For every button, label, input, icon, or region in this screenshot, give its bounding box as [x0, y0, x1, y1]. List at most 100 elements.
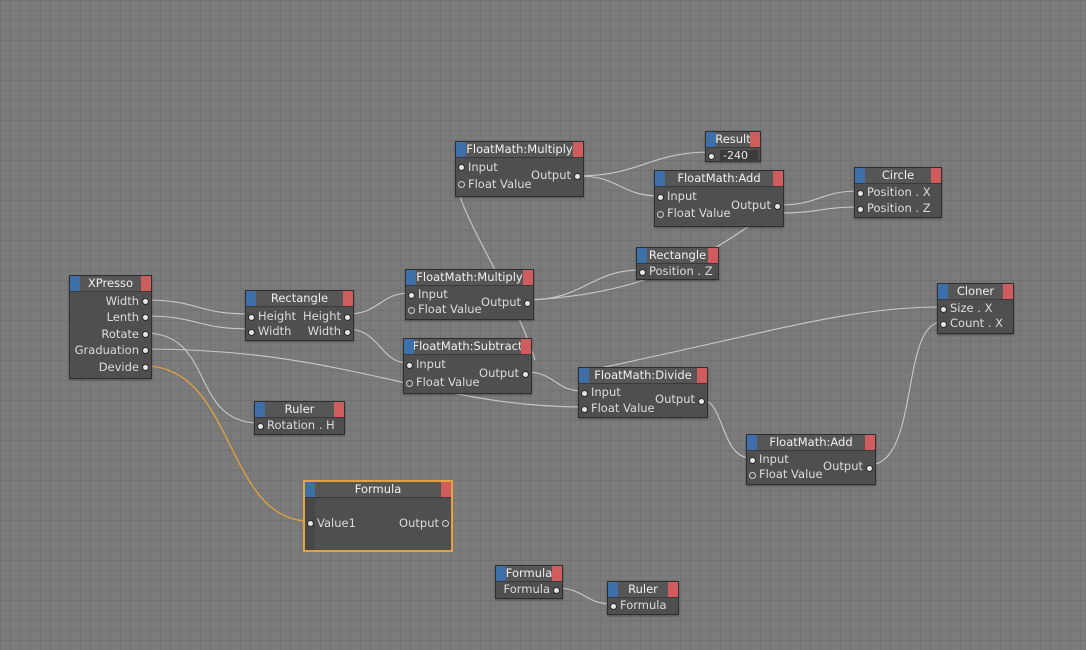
input-port-value1[interactable] — [307, 520, 314, 527]
node-header[interactable]: Rectangle — [637, 248, 718, 264]
node-header[interactable]: Circle — [855, 168, 941, 184]
port-label-position-x: Position . X — [867, 185, 931, 199]
formula-node[interactable]: Formula Value1 Output — [304, 481, 452, 551]
node-header[interactable]: Result — [706, 132, 760, 148]
wire-fm-add1-to-circle-z — [777, 206, 860, 214]
output-port-output[interactable] — [698, 398, 705, 405]
formula-node[interactable]: Formula Formula — [495, 565, 563, 599]
output-port-lenth[interactable] — [142, 314, 149, 321]
output-port-formula[interactable] — [553, 587, 560, 594]
result-value: -240 — [720, 150, 758, 162]
xpresso-node[interactable]: XPresso Width Lenth Rotate Graduation De… — [69, 275, 152, 379]
circle-node[interactable]: Circle Position . X Position . Z — [854, 167, 942, 218]
node-header[interactable]: Formula — [496, 566, 562, 582]
node-header[interactable]: Cloner — [938, 284, 1013, 300]
input-port-count-x[interactable] — [940, 321, 947, 328]
port-label-output: Output — [731, 198, 771, 212]
input-port-float-value[interactable] — [406, 380, 413, 387]
node-title: XPresso — [87, 276, 134, 290]
output-port-width[interactable] — [344, 329, 351, 336]
input-port-input[interactable] — [749, 457, 756, 464]
output-port-rotate[interactable] — [142, 331, 149, 338]
port-label-height-out: Height — [302, 309, 341, 323]
floatmath-add-node[interactable]: FloatMath:Add Input Output Float Value — [654, 170, 784, 227]
wire-xpresso-lenth-to-rect1-width — [144, 315, 251, 330]
input-port-float-value[interactable] — [749, 472, 756, 479]
ruler-node[interactable]: Ruler Rotation . H — [254, 401, 345, 435]
input-port-float-value[interactable] — [657, 211, 664, 218]
port-label-width-out: Width — [307, 324, 341, 338]
node-header[interactable]: FloatMath:Multiply — [406, 270, 533, 286]
node-header[interactable]: FloatMath:Add — [655, 171, 783, 187]
output-port-width[interactable] — [142, 298, 149, 305]
input-port-rotation-h[interactable] — [257, 423, 264, 430]
input-port-float-value[interactable] — [408, 307, 415, 314]
output-port-graduation[interactable] — [142, 347, 149, 354]
output-port-output[interactable] — [574, 173, 581, 180]
input-port-float-value[interactable] — [458, 181, 465, 188]
port-label-input: Input — [468, 160, 498, 174]
port-label-float-value: Float Value — [759, 467, 823, 481]
connection-wires — [144, 151, 943, 605]
node-header[interactable]: FloatMath:Divide — [579, 368, 707, 384]
node-title: Cloner — [956, 284, 995, 298]
node-header[interactable]: Ruler — [255, 402, 344, 418]
node-header[interactable]: FloatMath:Multiply — [456, 142, 583, 158]
output-port-output[interactable] — [524, 300, 531, 307]
port-label-width-in: Width — [258, 324, 292, 338]
node-header[interactable]: Formula — [305, 482, 451, 498]
input-port-position-x[interactable] — [857, 190, 864, 197]
port-label-output: Output — [399, 516, 439, 530]
input-port-position-z[interactable] — [639, 269, 646, 276]
output-port-height[interactable] — [344, 314, 351, 321]
port-label-rotate: Rotate — [101, 327, 139, 341]
floatmath-multiply-node[interactable]: FloatMath:Multiply Input Output Float Va… — [405, 269, 534, 320]
input-port-position-z[interactable] — [857, 206, 864, 213]
port-label-float-value: Float Value — [667, 206, 731, 220]
port-label-width: Width — [105, 294, 139, 308]
floatmath-multiply-node[interactable]: FloatMath:Multiply Input Output Float Va… — [455, 141, 584, 197]
node-header[interactable]: FloatMath:Subtract — [404, 339, 531, 355]
node-header[interactable]: XPresso — [70, 276, 151, 292]
node-title: FloatMath:Add — [769, 435, 853, 449]
wire-rect1-width-to-fm-sub — [346, 328, 409, 364]
output-port-devide[interactable] — [142, 364, 149, 371]
port-label-input: Input — [667, 189, 697, 203]
port-label-float-value: Float Value — [418, 302, 482, 316]
input-port-width[interactable] — [248, 329, 255, 336]
input-port-size-x[interactable] — [940, 306, 947, 313]
input-port-float-value[interactable] — [581, 406, 588, 413]
input-port-formula[interactable] — [610, 603, 617, 610]
node-title: FloatMath:Multiply — [466, 142, 573, 156]
port-label-input: Input — [759, 452, 789, 466]
result-node[interactable]: Result -240 — [705, 131, 761, 162]
input-port-input[interactable] — [406, 362, 413, 369]
rectangle-node[interactable]: Rectangle Height Height Width Width — [245, 290, 354, 341]
ruler-node[interactable]: Ruler Formula — [607, 581, 679, 615]
wire-xpresso-rotate-to-ruler1 — [144, 332, 260, 424]
input-port-input[interactable] — [458, 164, 465, 171]
port-label-devide: Devide — [98, 360, 139, 374]
input-port-height[interactable] — [248, 314, 255, 321]
rectangle-node[interactable]: Rectangle Position . Z — [636, 247, 719, 280]
floatmath-divide-node[interactable]: FloatMath:Divide Input Output Float Valu… — [578, 367, 708, 418]
node-header[interactable]: Ruler — [608, 582, 678, 598]
node-title: FloatMath:Add — [677, 171, 761, 185]
node-header[interactable]: Rectangle — [246, 291, 353, 307]
floatmath-subtract-node[interactable]: FloatMath:Subtract Input Output Float Va… — [403, 338, 532, 394]
input-port-result[interactable] — [708, 153, 715, 160]
cloner-node[interactable]: Cloner Size . X Count . X — [937, 283, 1014, 334]
input-port-input[interactable] — [581, 390, 588, 397]
node-title: Result — [715, 132, 751, 146]
output-port-output[interactable] — [866, 465, 873, 472]
wire-fm-div-to-cloner-size — [599, 306, 943, 369]
output-port-output[interactable] — [522, 371, 529, 378]
port-label-output: Output — [531, 168, 571, 182]
input-port-input[interactable] — [408, 292, 415, 299]
output-port-output[interactable] — [774, 203, 781, 210]
node-title: Rectangle — [270, 291, 329, 305]
node-header[interactable]: FloatMath:Add — [747, 435, 875, 451]
output-port-output[interactable] — [442, 520, 449, 527]
input-port-input[interactable] — [657, 194, 664, 201]
floatmath-add-node[interactable]: FloatMath:Add Input Output Float Value — [746, 434, 876, 485]
